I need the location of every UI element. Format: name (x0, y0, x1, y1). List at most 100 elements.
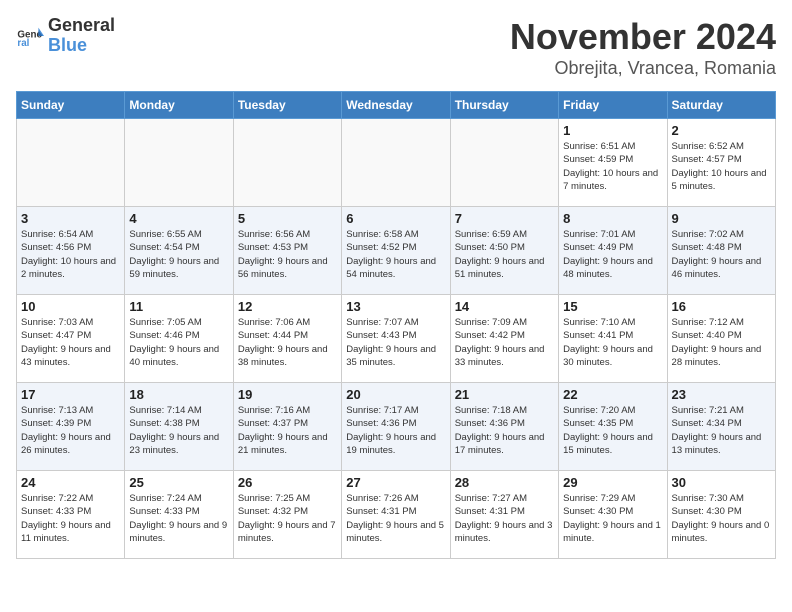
day-number: 23 (672, 387, 771, 402)
day-info: Sunrise: 7:14 AM Sunset: 4:38 PM Dayligh… (129, 404, 228, 457)
day-number: 10 (21, 299, 120, 314)
calendar-cell (450, 119, 558, 207)
day-info: Sunrise: 7:12 AM Sunset: 4:40 PM Dayligh… (672, 316, 771, 369)
location-title: Obrejita, Vrancea, Romania (510, 58, 776, 79)
day-info: Sunrise: 7:01 AM Sunset: 4:49 PM Dayligh… (563, 228, 662, 281)
day-number: 3 (21, 211, 120, 226)
day-number: 9 (672, 211, 771, 226)
day-number: 4 (129, 211, 228, 226)
calendar-cell: 19 Sunrise: 7:16 AM Sunset: 4:37 PM Dayli… (233, 383, 341, 471)
calendar-cell: 25 Sunrise: 7:24 AM Sunset: 4:33 PM Dayli… (125, 471, 233, 559)
calendar-week-row: 24Sunrise: 7:22 AM Sunset: 4:33 PM Dayli… (17, 471, 776, 559)
day-info: Sunrise: 6:58 AM Sunset: 4:52 PM Dayligh… (346, 228, 445, 281)
day-info: Sunrise: 7:09 AM Sunset: 4:42 PM Dayligh… (455, 316, 554, 369)
day-info: Sunrise: 7:03 AM Sunset: 4:47 PM Dayligh… (21, 316, 120, 369)
calendar-cell: 7 Sunrise: 6:59 AM Sunset: 4:50 PM Daylig… (450, 207, 558, 295)
logo: Gene ral General Blue (16, 16, 115, 56)
day-info: Sunrise: 6:59 AM Sunset: 4:50 PM Dayligh… (455, 228, 554, 281)
day-number: 7 (455, 211, 554, 226)
day-info: Sunrise: 7:16 AM Sunset: 4:37 PM Dayligh… (238, 404, 337, 457)
calendar-cell: 14 Sunrise: 7:09 AM Sunset: 4:42 PM Dayli… (450, 295, 558, 383)
day-number: 28 (455, 475, 554, 490)
day-info: Sunrise: 7:27 AM Sunset: 4:31 PM Dayligh… (455, 492, 554, 545)
day-number: 8 (563, 211, 662, 226)
logo-blue: Blue (48, 36, 115, 56)
calendar-cell: 2Sunrise: 6:52 AM Sunset: 4:57 PM Daylig… (667, 119, 775, 207)
day-info: Sunrise: 7:07 AM Sunset: 4:43 PM Dayligh… (346, 316, 445, 369)
calendar-cell: 28 Sunrise: 7:27 AM Sunset: 4:31 PM Dayli… (450, 471, 558, 559)
calendar-cell: 6Sunrise: 6:58 AM Sunset: 4:52 PM Daylig… (342, 207, 450, 295)
day-number: 14 (455, 299, 554, 314)
calendar-cell (233, 119, 341, 207)
day-info: Sunrise: 7:17 AM Sunset: 4:36 PM Dayligh… (346, 404, 445, 457)
day-info: Sunrise: 7:05 AM Sunset: 4:46 PM Dayligh… (129, 316, 228, 369)
calendar-cell: 18Sunrise: 7:14 AM Sunset: 4:38 PM Dayli… (125, 383, 233, 471)
calendar-cell: 24Sunrise: 7:22 AM Sunset: 4:33 PM Dayli… (17, 471, 125, 559)
day-info: Sunrise: 7:13 AM Sunset: 4:39 PM Dayligh… (21, 404, 120, 457)
day-info: Sunrise: 6:51 AM Sunset: 4:59 PM Dayligh… (563, 140, 662, 193)
calendar-cell: 15 Sunrise: 7:10 AM Sunset: 4:41 PM Dayli… (559, 295, 667, 383)
calendar-table: Sunday Monday Tuesday Wednesday Thursday… (16, 91, 776, 559)
calendar-cell: 23 Sunrise: 7:21 AM Sunset: 4:34 PM Dayli… (667, 383, 775, 471)
calendar-cell (342, 119, 450, 207)
calendar-week-row: 10 Sunrise: 7:03 AM Sunset: 4:47 PM Dayli… (17, 295, 776, 383)
calendar-cell: 13 Sunrise: 7:07 AM Sunset: 4:43 PM Dayli… (342, 295, 450, 383)
day-number: 30 (672, 475, 771, 490)
calendar-cell: 26 Sunrise: 7:25 AM Sunset: 4:32 PM Dayli… (233, 471, 341, 559)
day-info: Sunrise: 7:10 AM Sunset: 4:41 PM Dayligh… (563, 316, 662, 369)
calendar-week-row: 3 Sunrise: 6:54 AM Sunset: 4:56 PM Daylig… (17, 207, 776, 295)
day-info: Sunrise: 6:54 AM Sunset: 4:56 PM Dayligh… (21, 228, 120, 281)
day-info: Sunrise: 7:24 AM Sunset: 4:33 PM Dayligh… (129, 492, 228, 545)
calendar-cell: 9 Sunrise: 7:02 AM Sunset: 4:48 PM Daylig… (667, 207, 775, 295)
day-number: 21 (455, 387, 554, 402)
day-info: Sunrise: 7:25 AM Sunset: 4:32 PM Dayligh… (238, 492, 337, 545)
col-thursday: Thursday (450, 92, 558, 119)
logo-general: General (48, 16, 115, 36)
col-tuesday: Tuesday (233, 92, 341, 119)
day-number: 15 (563, 299, 662, 314)
calendar-cell: 21 Sunrise: 7:18 AM Sunset: 4:36 PM Dayli… (450, 383, 558, 471)
day-number: 12 (238, 299, 337, 314)
calendar-cell: 29Sunrise: 7:29 AM Sunset: 4:30 PM Dayli… (559, 471, 667, 559)
title-area: November 2024 Obrejita, Vrancea, Romania (510, 16, 776, 79)
calendar-cell: 11Sunrise: 7:05 AM Sunset: 4:46 PM Dayli… (125, 295, 233, 383)
day-info: Sunrise: 7:02 AM Sunset: 4:48 PM Dayligh… (672, 228, 771, 281)
calendar-cell: 27 Sunrise: 7:26 AM Sunset: 4:31 PM Dayli… (342, 471, 450, 559)
day-number: 2 (672, 123, 771, 138)
svg-text:ral: ral (17, 38, 29, 49)
day-info: Sunrise: 6:56 AM Sunset: 4:53 PM Dayligh… (238, 228, 337, 281)
calendar-week-row: 1Sunrise: 6:51 AM Sunset: 4:59 PM Daylig… (17, 119, 776, 207)
month-title: November 2024 (510, 16, 776, 58)
day-number: 19 (238, 387, 337, 402)
calendar-cell: 12 Sunrise: 7:06 AM Sunset: 4:44 PM Dayli… (233, 295, 341, 383)
col-wednesday: Wednesday (342, 92, 450, 119)
day-info: Sunrise: 7:20 AM Sunset: 4:35 PM Dayligh… (563, 404, 662, 457)
calendar-cell: 10 Sunrise: 7:03 AM Sunset: 4:47 PM Dayli… (17, 295, 125, 383)
calendar-cell: 22Sunrise: 7:20 AM Sunset: 4:35 PM Dayli… (559, 383, 667, 471)
day-info: Sunrise: 7:06 AM Sunset: 4:44 PM Dayligh… (238, 316, 337, 369)
day-number: 26 (238, 475, 337, 490)
day-info: Sunrise: 7:21 AM Sunset: 4:34 PM Dayligh… (672, 404, 771, 457)
calendar-cell: 3 Sunrise: 6:54 AM Sunset: 4:56 PM Daylig… (17, 207, 125, 295)
header: Gene ral General Blue November 2024 Obre… (16, 16, 776, 79)
calendar-cell: 5 Sunrise: 6:56 AM Sunset: 4:53 PM Daylig… (233, 207, 341, 295)
day-number: 5 (238, 211, 337, 226)
day-number: 17 (21, 387, 120, 402)
day-info: Sunrise: 7:26 AM Sunset: 4:31 PM Dayligh… (346, 492, 445, 545)
day-number: 13 (346, 299, 445, 314)
day-number: 16 (672, 299, 771, 314)
day-number: 29 (563, 475, 662, 490)
day-info: Sunrise: 7:30 AM Sunset: 4:30 PM Dayligh… (672, 492, 771, 545)
day-number: 27 (346, 475, 445, 490)
calendar-cell: 20 Sunrise: 7:17 AM Sunset: 4:36 PM Dayli… (342, 383, 450, 471)
day-info: Sunrise: 7:22 AM Sunset: 4:33 PM Dayligh… (21, 492, 120, 545)
calendar-cell: 16 Sunrise: 7:12 AM Sunset: 4:40 PM Dayli… (667, 295, 775, 383)
day-number: 20 (346, 387, 445, 402)
col-monday: Monday (125, 92, 233, 119)
calendar-cell: 4Sunrise: 6:55 AM Sunset: 4:54 PM Daylig… (125, 207, 233, 295)
col-saturday: Saturday (667, 92, 775, 119)
day-info: Sunrise: 7:18 AM Sunset: 4:36 PM Dayligh… (455, 404, 554, 457)
day-number: 25 (129, 475, 228, 490)
calendar-cell: 30 Sunrise: 7:30 AM Sunset: 4:30 PM Dayli… (667, 471, 775, 559)
calendar-cell: 17 Sunrise: 7:13 AM Sunset: 4:39 PM Dayli… (17, 383, 125, 471)
